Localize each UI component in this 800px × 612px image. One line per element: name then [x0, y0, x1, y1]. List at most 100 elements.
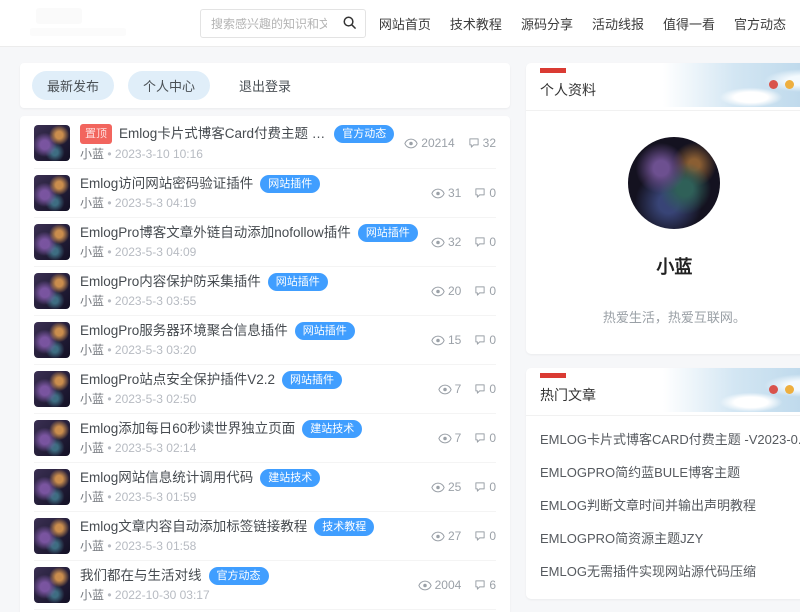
nav-item[interactable]: 网站首页	[379, 14, 431, 33]
category-tag[interactable]: 网站插件	[358, 224, 418, 242]
eye-icon	[438, 384, 452, 395]
article-thumbnail	[34, 371, 70, 407]
article-title[interactable]: EmlogPro站点安全保护插件V2.2	[80, 371, 275, 389]
article-date: 2023-5-3 03:55	[115, 294, 196, 308]
sidebar-article-link[interactable]: EMLOG无需插件实现网站源代码压缩	[540, 554, 800, 587]
views-count: 20	[448, 284, 461, 298]
tab-item[interactable]: 个人中心	[128, 71, 210, 100]
article-author: 小蓝	[80, 392, 104, 406]
category-tag[interactable]: 官方动态	[209, 567, 269, 585]
comment-icon	[474, 530, 486, 542]
hot-articles-card: 热门文章 EMLOG卡片式博客CARD付费主题 -V2023-0...EMLOG…	[526, 368, 800, 599]
sidebar-article-link[interactable]: EMLOGPRO简约蓝BULE博客主题	[540, 455, 800, 488]
views-count: 15	[448, 333, 461, 347]
article-date: 2023-3-10 10:16	[115, 147, 203, 161]
article-title[interactable]: Emlog文章内容自动添加标签链接教程	[80, 518, 307, 536]
article-title-line: Emlog添加每日60秒读世界独立页面 建站技术	[80, 420, 428, 438]
sidebar-article-link[interactable]: EMLOG卡片式博客CARD付费主题 -V2023-0...	[540, 422, 800, 455]
eye-icon	[431, 286, 445, 297]
site-logo[interactable]	[26, 6, 156, 40]
search-button[interactable]	[333, 10, 365, 37]
article-row[interactable]: 我们都在与生活对线 官方动态 小蓝 • 2022-10-30 03:17 200…	[34, 561, 496, 610]
article-title[interactable]: Emlog卡片式博客Card付费主题 -v2023-03-04	[119, 125, 327, 143]
article-title[interactable]: EmlogPro内容保护防采集插件	[80, 273, 261, 291]
nav-item[interactable]: 技术教程	[450, 14, 502, 33]
category-tag[interactable]: 网站插件	[260, 175, 320, 193]
views-stat: 20214	[404, 136, 454, 150]
article-title-line: Emlog网站信息统计调用代码 建站技术	[80, 469, 421, 487]
article-row[interactable]: 置顶 Emlog卡片式博客Card付费主题 -v2023-03-04 官方动态 …	[34, 118, 496, 169]
article-title[interactable]: EmlogPro博客文章外链自动添加nofollow插件	[80, 224, 351, 242]
article-thumbnail	[34, 175, 70, 211]
article-meta: 小蓝 • 2023-5-3 01:59	[80, 490, 421, 505]
article-row[interactable]: Emlog文章内容自动添加标签链接教程 技术教程 小蓝 • 2023-5-3 0…	[34, 512, 496, 561]
article-stats: 2004 6	[418, 578, 496, 592]
article-main: EmlogPro博客文章外链自动添加nofollow插件 网站插件 小蓝 • 2…	[80, 224, 421, 260]
article-title[interactable]: EmlogPro服务器环境聚合信息插件	[80, 322, 288, 340]
article-stats: 25 0	[431, 480, 496, 494]
eye-icon	[431, 188, 445, 199]
nav-item[interactable]: 官方动态	[734, 14, 786, 33]
tab-item[interactable]: 最新发布	[32, 71, 114, 100]
article-title-line: EmlogPro服务器环境聚合信息插件 网站插件	[80, 322, 421, 340]
category-tag[interactable]: 网站插件	[268, 273, 328, 291]
views-stat: 31	[431, 186, 461, 200]
meta-separator: •	[107, 588, 115, 602]
tab-item[interactable]: 退出登录	[224, 71, 306, 100]
comment-icon	[468, 137, 480, 149]
article-title-line: 置顶 Emlog卡片式博客Card付费主题 -v2023-03-04 官方动态	[80, 124, 394, 144]
article-thumbnail	[34, 420, 70, 456]
nav-item[interactable]: 值得一看	[663, 14, 715, 33]
article-meta: 小蓝 • 2023-5-3 03:55	[80, 294, 421, 309]
pinned-badge: 置顶	[80, 124, 112, 144]
nav-item[interactable]: 活动线报	[592, 14, 644, 33]
views-stat: 25	[431, 480, 461, 494]
meta-separator: •	[107, 147, 115, 161]
profile-name: 小蓝	[536, 253, 800, 279]
article-row[interactable]: EmlogPro服务器环境聚合信息插件 网站插件 小蓝 • 2023-5-3 0…	[34, 316, 496, 365]
category-tag[interactable]: 建站技术	[260, 469, 320, 487]
views-count: 25	[448, 480, 461, 494]
category-tag[interactable]: 网站插件	[282, 371, 342, 389]
article-main: Emlog网站信息统计调用代码 建站技术 小蓝 • 2023-5-3 01:59	[80, 469, 421, 505]
article-title[interactable]: Emlog网站信息统计调用代码	[80, 469, 253, 487]
sidebar-article-link[interactable]: EMLOGPRO简资源主题JZY	[540, 521, 800, 554]
comments-count: 0	[489, 333, 496, 347]
comments-stat: 0	[474, 186, 496, 200]
article-meta: 小蓝 • 2022-10-30 03:17	[80, 588, 408, 603]
search-input[interactable]	[201, 17, 333, 31]
article-thumbnail	[34, 567, 70, 603]
comments-stat: 0	[474, 529, 496, 543]
category-tag[interactable]: 网站插件	[295, 322, 355, 340]
comments-stat: 0	[474, 480, 496, 494]
article-row[interactable]: EmlogPro内容保护防采集插件 网站插件 小蓝 • 2023-5-3 03:…	[34, 267, 496, 316]
article-meta: 小蓝 • 2023-5-3 04:09	[80, 245, 421, 260]
comments-count: 0	[489, 431, 496, 445]
article-row[interactable]: Emlog网站信息统计调用代码 建站技术 小蓝 • 2023-5-3 01:59…	[34, 463, 496, 512]
category-tag[interactable]: 技术教程	[314, 518, 374, 536]
sidebar-article-link[interactable]: EMLOG判断文章时间并输出声明教程	[540, 488, 800, 521]
views-stat: 7	[438, 382, 462, 396]
article-date: 2022-10-30 03:17	[115, 588, 210, 602]
category-tag[interactable]: 建站技术	[302, 420, 362, 438]
article-thumbnail	[34, 125, 70, 161]
article-main: EmlogPro服务器环境聚合信息插件 网站插件 小蓝 • 2023-5-3 0…	[80, 322, 421, 358]
article-title[interactable]: Emlog添加每日60秒读世界独立页面	[80, 420, 295, 438]
hot-articles-header: 热门文章	[526, 368, 800, 416]
article-row[interactable]: EmlogPro博客文章外链自动添加nofollow插件 网站插件 小蓝 • 2…	[34, 218, 496, 267]
comment-icon	[474, 187, 486, 199]
article-title-line: 我们都在与生活对线 官方动态	[80, 567, 408, 585]
article-meta: 小蓝 • 2023-5-3 03:20	[80, 343, 421, 358]
article-row[interactable]: Emlog添加每日60秒读世界独立页面 建站技术 小蓝 • 2023-5-3 0…	[34, 414, 496, 463]
article-thumbnail	[34, 469, 70, 505]
nav-item[interactable]: 源码分享	[521, 14, 573, 33]
article-title[interactable]: Emlog访问网站密码验证插件	[80, 175, 253, 193]
comments-stat: 0	[474, 284, 496, 298]
article-row[interactable]: Emlog访问网站密码验证插件 网站插件 小蓝 • 2023-5-3 04:19…	[34, 169, 496, 218]
article-date: 2023-5-3 04:19	[115, 196, 196, 210]
meta-separator: •	[107, 245, 115, 259]
article-row[interactable]: EmlogPro站点安全保护插件V2.2 网站插件 小蓝 • 2023-5-3 …	[34, 365, 496, 414]
category-tag[interactable]: 官方动态	[334, 125, 394, 143]
avatar[interactable]	[628, 137, 720, 229]
article-title[interactable]: 我们都在与生活对线	[80, 567, 202, 585]
